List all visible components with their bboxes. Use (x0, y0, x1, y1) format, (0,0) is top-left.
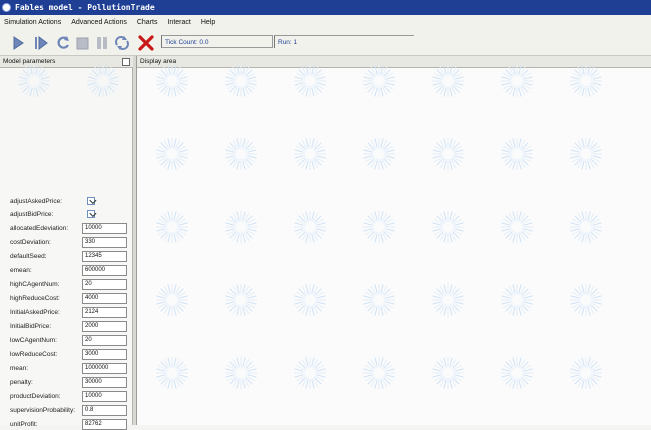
param-row-unit-profit: unitProfit: 82762 (10, 418, 127, 430)
supervision-probability-field[interactable]: 0.8 (82, 404, 127, 416)
emean-field[interactable]: 600000 (82, 264, 127, 276)
run-label: Run: 1 (278, 39, 298, 46)
cost-deviation-field[interactable]: 330 (82, 236, 127, 248)
adjust-asked-price-checkbox[interactable] (87, 197, 95, 205)
product-deviation-field[interactable]: 10000 (82, 390, 127, 402)
setup-icon[interactable] (113, 35, 131, 51)
display-area-header: Display area (137, 56, 651, 68)
high-reduce-cost-field[interactable]: 4000 (82, 292, 127, 304)
window-titlebar: Fables model - PollutionTrade (0, 0, 651, 15)
allocated-edeviation-field[interactable]: 10000 (82, 222, 127, 234)
param-row-adjust-bid-price: adjustBidPrice: (10, 208, 95, 220)
mean-field[interactable]: 1000000 (82, 362, 127, 374)
model-parameters-title: Model parameters (3, 58, 56, 65)
param-row-initial-bid-price: InitialBidPrice: 2000 (10, 320, 127, 332)
default-seed-field[interactable]: 12345 (82, 250, 127, 262)
param-row-cost-deviation: costDeviation: 330 (10, 236, 127, 248)
low-c-agent-num-field[interactable]: 20 (82, 334, 127, 346)
display-area-title: Display area (140, 58, 177, 65)
penalty-field[interactable]: 30000 (82, 376, 127, 388)
play-icon[interactable] (10, 35, 28, 51)
maximize-icon[interactable] (122, 58, 130, 66)
pause-icon[interactable] (93, 35, 111, 51)
param-row-supervision-probability: supervisionProbability: 0.8 (10, 404, 127, 416)
param-row-allocated-edeviation: allocatedEdeviation: 10000 (10, 222, 127, 234)
param-row-penalty: penalty: 30000 (10, 376, 127, 388)
adjust-bid-price-checkbox[interactable] (87, 210, 95, 218)
display-area-panel: Display area (136, 56, 651, 425)
model-parameters-header: Model parameters (0, 56, 133, 68)
app-icon (2, 3, 11, 12)
tick-count-label: Tick Count: 0.0 (165, 39, 209, 46)
menu-help[interactable]: Help (197, 19, 221, 26)
high-c-agent-num-field[interactable]: 20 (82, 278, 127, 290)
param-row-high-reduce-cost: highReduceCost: 4000 (10, 292, 127, 304)
param-row-product-deviation: productDeviation: 10000 (10, 390, 127, 402)
menu-advanced-actions[interactable]: Advanced Actions (67, 19, 133, 26)
menu-bar: Simulation Actions Advanced Actions Char… (0, 15, 651, 30)
param-row-initial-asked-price: InitialAskedPrice: 2124 (10, 306, 127, 318)
param-row-mean: mean: 1000000 (10, 362, 127, 374)
menu-interact[interactable]: Interact (163, 19, 196, 26)
model-parameters-panel: Model parameters adjustAskedPrice: adjus… (0, 56, 133, 430)
menu-simulation-actions[interactable]: Simulation Actions (0, 19, 67, 26)
exit-icon[interactable] (137, 35, 155, 51)
stop-icon[interactable] (74, 35, 92, 51)
unit-profit-field[interactable]: 82762 (82, 418, 127, 430)
low-reduce-cost-field[interactable]: 3000 (82, 348, 127, 360)
param-row-low-c-agent-num: lowCAgentNum: 20 (10, 334, 127, 346)
param-row-default-seed: defaultSeed: 12345 (10, 250, 127, 262)
param-row-high-c-agent-num: highCAgentNum: 20 (10, 278, 127, 290)
step-icon[interactable] (32, 35, 50, 51)
reset-icon[interactable] (54, 35, 72, 51)
param-row-emean: emean: 600000 (10, 264, 127, 276)
initial-bid-price-field[interactable]: 2000 (82, 320, 127, 332)
initial-asked-price-field[interactable]: 2124 (82, 306, 127, 318)
window-title: Fables model - PollutionTrade (15, 3, 155, 12)
param-row-low-reduce-cost: lowReduceCost: 3000 (10, 348, 127, 360)
menu-charts[interactable]: Charts (133, 19, 164, 26)
param-row-adjust-asked-price: adjustAskedPrice: (10, 195, 95, 207)
